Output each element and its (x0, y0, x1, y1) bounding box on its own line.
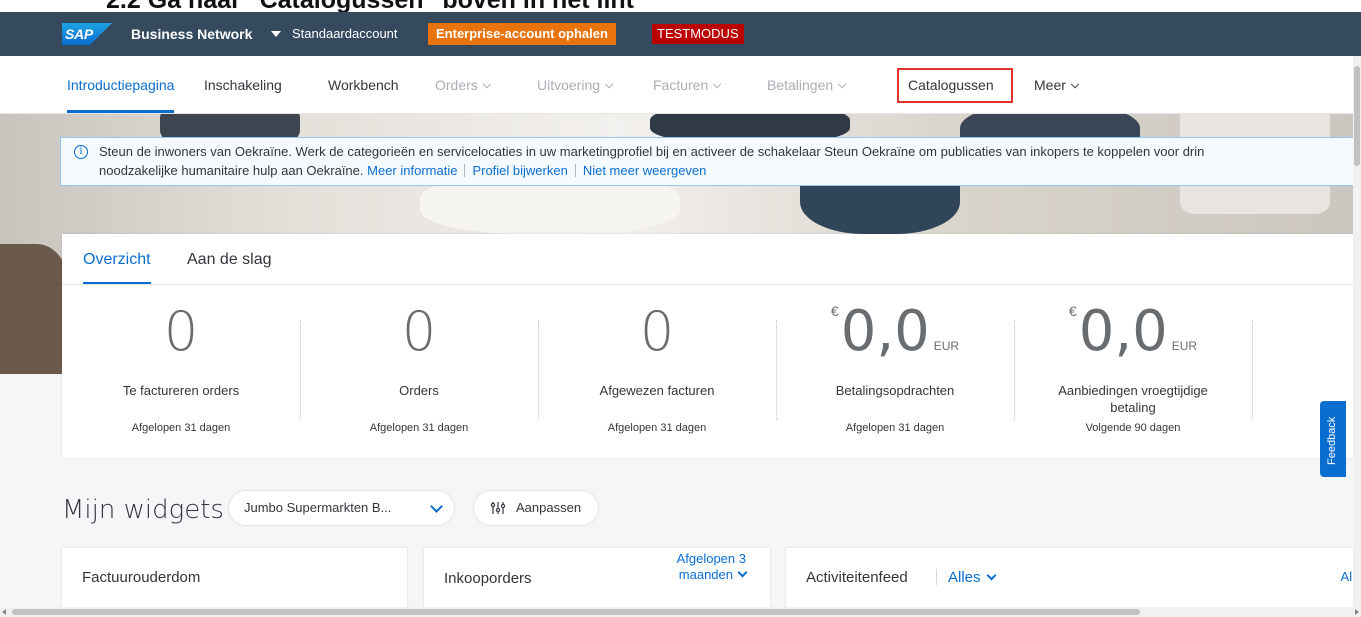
kpi-label: Orders (399, 383, 439, 398)
customize-button[interactable]: Aanpassen (474, 491, 598, 525)
test-mode-badge: TESTMODUS (652, 24, 744, 44)
nav-inschakeling[interactable]: Inschakeling (204, 77, 282, 93)
nav-orders-label: Orders (435, 77, 478, 93)
nav-meer[interactable]: Meer (1034, 77, 1080, 93)
nav-introductiepagina[interactable]: Introductiepagina (67, 77, 175, 113)
update-profile-link[interactable]: Profiel bijwerken (472, 163, 567, 178)
nav-uitvoering[interactable]: Uitvoering (537, 77, 614, 93)
buyer-selector[interactable]: Jumbo Supermarkten B... (229, 491, 454, 525)
overview-card: Overzicht Aan de slag 0 Te factureren or… (62, 234, 1361, 458)
widget-title: Inkooporders (444, 570, 532, 587)
kpi-value: 0,0 (840, 299, 930, 364)
nav-facturen[interactable]: Facturen (653, 77, 722, 93)
caption-text: 2.2 Ga naar "Catalogussen" boven in het … (106, 0, 634, 12)
nav-orders[interactable]: Orders (435, 77, 492, 93)
get-enterprise-account-button[interactable]: Enterprise-account ophalen (428, 23, 616, 45)
kpi-orders[interactable]: 0 Orders Afgelopen 31 dagen (300, 302, 538, 447)
info-text-line2: noodzakelijke humanitaire hulp aan Oekra… (99, 163, 706, 178)
main-navigation: Introductiepagina Inschakeling Workbench… (0, 56, 1361, 114)
info-text-line1: Steun de inwoners van Oekraïne. Werk de … (99, 144, 1205, 159)
kpi-payment-orders[interactable]: €0,0 EUR Betalingsopdrachten Afgelopen 31… (776, 302, 1014, 447)
chevron-down-icon (713, 79, 722, 89)
currency-symbol: € (830, 303, 839, 319)
currency-symbol: € (1068, 303, 1077, 319)
link-separator (464, 164, 466, 177)
nav-workbench-label: Workbench (328, 77, 399, 93)
instruction-caption: 2.2 Ga naar "Catalogussen" boven in het … (0, 0, 1361, 12)
currency-unit: EUR (933, 339, 960, 353)
nav-betalingen[interactable]: Betalingen (767, 77, 847, 93)
app-title[interactable]: Business Network (131, 26, 252, 42)
buyer-selector-value: Jumbo Supermarkten B... (244, 500, 392, 515)
kpi-period: Volgende 90 dagen (1085, 422, 1181, 434)
customize-label: Aanpassen (516, 500, 582, 515)
kpi-money: €0,0 EUR (1014, 302, 1252, 362)
scroll-left-icon[interactable] (2, 609, 6, 615)
kpi-label: Aanbiedingen vroegtijdige betaling (1058, 383, 1208, 415)
sap-logo[interactable]: SAP (62, 23, 112, 45)
kpi-value: 0,0 (1078, 299, 1168, 364)
tab-overzicht[interactable]: Overzicht (83, 251, 151, 285)
kpi-value: 0 (639, 300, 675, 363)
kpi-label: Betalingsopdrachten (835, 383, 955, 398)
scrollbar-thumb[interactable] (1354, 66, 1360, 166)
kpi-period: Afgelopen 31 dagen (607, 422, 707, 434)
caret-down-icon[interactable] (271, 31, 281, 37)
kpi-period: Afgelopen 31 dagen (845, 422, 945, 434)
sliders-icon (490, 502, 506, 514)
horizontal-scrollbar[interactable] (0, 607, 1361, 617)
nav-betalingen-label: Betalingen (767, 77, 834, 93)
chevron-down-icon (837, 79, 847, 89)
kpi-separator (1252, 320, 1253, 420)
kpi-money: €0,0 EUR (776, 302, 1014, 362)
kpi-value: 0 (401, 300, 437, 363)
kpi-early-payment-offers[interactable]: €0,0 EUR Aanbiedingen vroegtijdige betali… (1014, 302, 1252, 447)
feedback-label: Feedback (1326, 416, 1338, 465)
feedback-button[interactable]: Feedback (1320, 401, 1346, 477)
dismiss-link[interactable]: Niet meer weergeven (583, 163, 707, 178)
widget-title: Factuurouderdom (82, 569, 201, 586)
info-icon: i (74, 145, 88, 159)
nav-facturen-label: Facturen (653, 77, 709, 93)
kpi-label: Te factureren orders (122, 383, 240, 398)
info-text-prefix: noodzakelijke humanitaire hulp aan Oekra… (99, 163, 364, 178)
currency-unit: EUR (1171, 339, 1198, 353)
tab-aan-de-slag[interactable]: Aan de slag (187, 251, 272, 269)
vertical-scrollbar[interactable] (1353, 56, 1361, 617)
chevron-down-icon (986, 570, 996, 581)
nav-workbench[interactable]: Workbench (328, 77, 399, 93)
chevron-down-icon (604, 79, 614, 89)
chevron-down-icon (430, 500, 443, 513)
kpi-rejected-invoices[interactable]: 0 Afgewezen facturen Afgelopen 31 dagen (538, 302, 776, 447)
nav-uitvoering-label: Uitvoering (537, 77, 601, 93)
kpi-label: Afgewezen facturen (599, 383, 715, 398)
widgets-title: Mijn widgets (62, 495, 224, 525)
chevron-down-icon (737, 567, 748, 578)
kpi-period: Afgelopen 31 dagen (369, 422, 469, 434)
activity-filter[interactable]: Alles (948, 569, 996, 586)
chevron-down-icon (1070, 79, 1080, 89)
shell-bar: SAP Business Network Standaardaccount En… (0, 12, 1361, 56)
filter-label: Alles (948, 569, 981, 586)
ukraine-info-message: i Steun de inwoners van Oekraïne. Werk d… (60, 137, 1361, 186)
more-info-link[interactable]: Meer informatie (367, 163, 457, 178)
scroll-right-icon[interactable] (1355, 609, 1359, 615)
link-separator (574, 164, 576, 177)
tab-divider (62, 284, 1361, 285)
kpi-period: Afgelopen 31 dagen (131, 422, 231, 434)
kpi-orders-to-invoice[interactable]: 0 Te factureren orders Afgelopen 31 dage… (62, 302, 300, 447)
kpi-value: 0 (163, 300, 199, 363)
widget-title: Activiteitenfeed (806, 569, 908, 586)
scrollbar-thumb[interactable] (12, 609, 1140, 615)
nav-meer-label: Meer (1034, 77, 1066, 93)
sap-logo-text: SAP (65, 26, 93, 42)
title-separator (936, 569, 937, 585)
chevron-down-icon (482, 79, 492, 89)
account-type: Standaardaccount (292, 26, 398, 41)
catalogussen-highlight (897, 68, 1013, 103)
period-selector[interactable]: Afgelopen 3 maanden (626, 551, 748, 583)
period-label: Afgelopen 3 maanden (676, 551, 746, 582)
